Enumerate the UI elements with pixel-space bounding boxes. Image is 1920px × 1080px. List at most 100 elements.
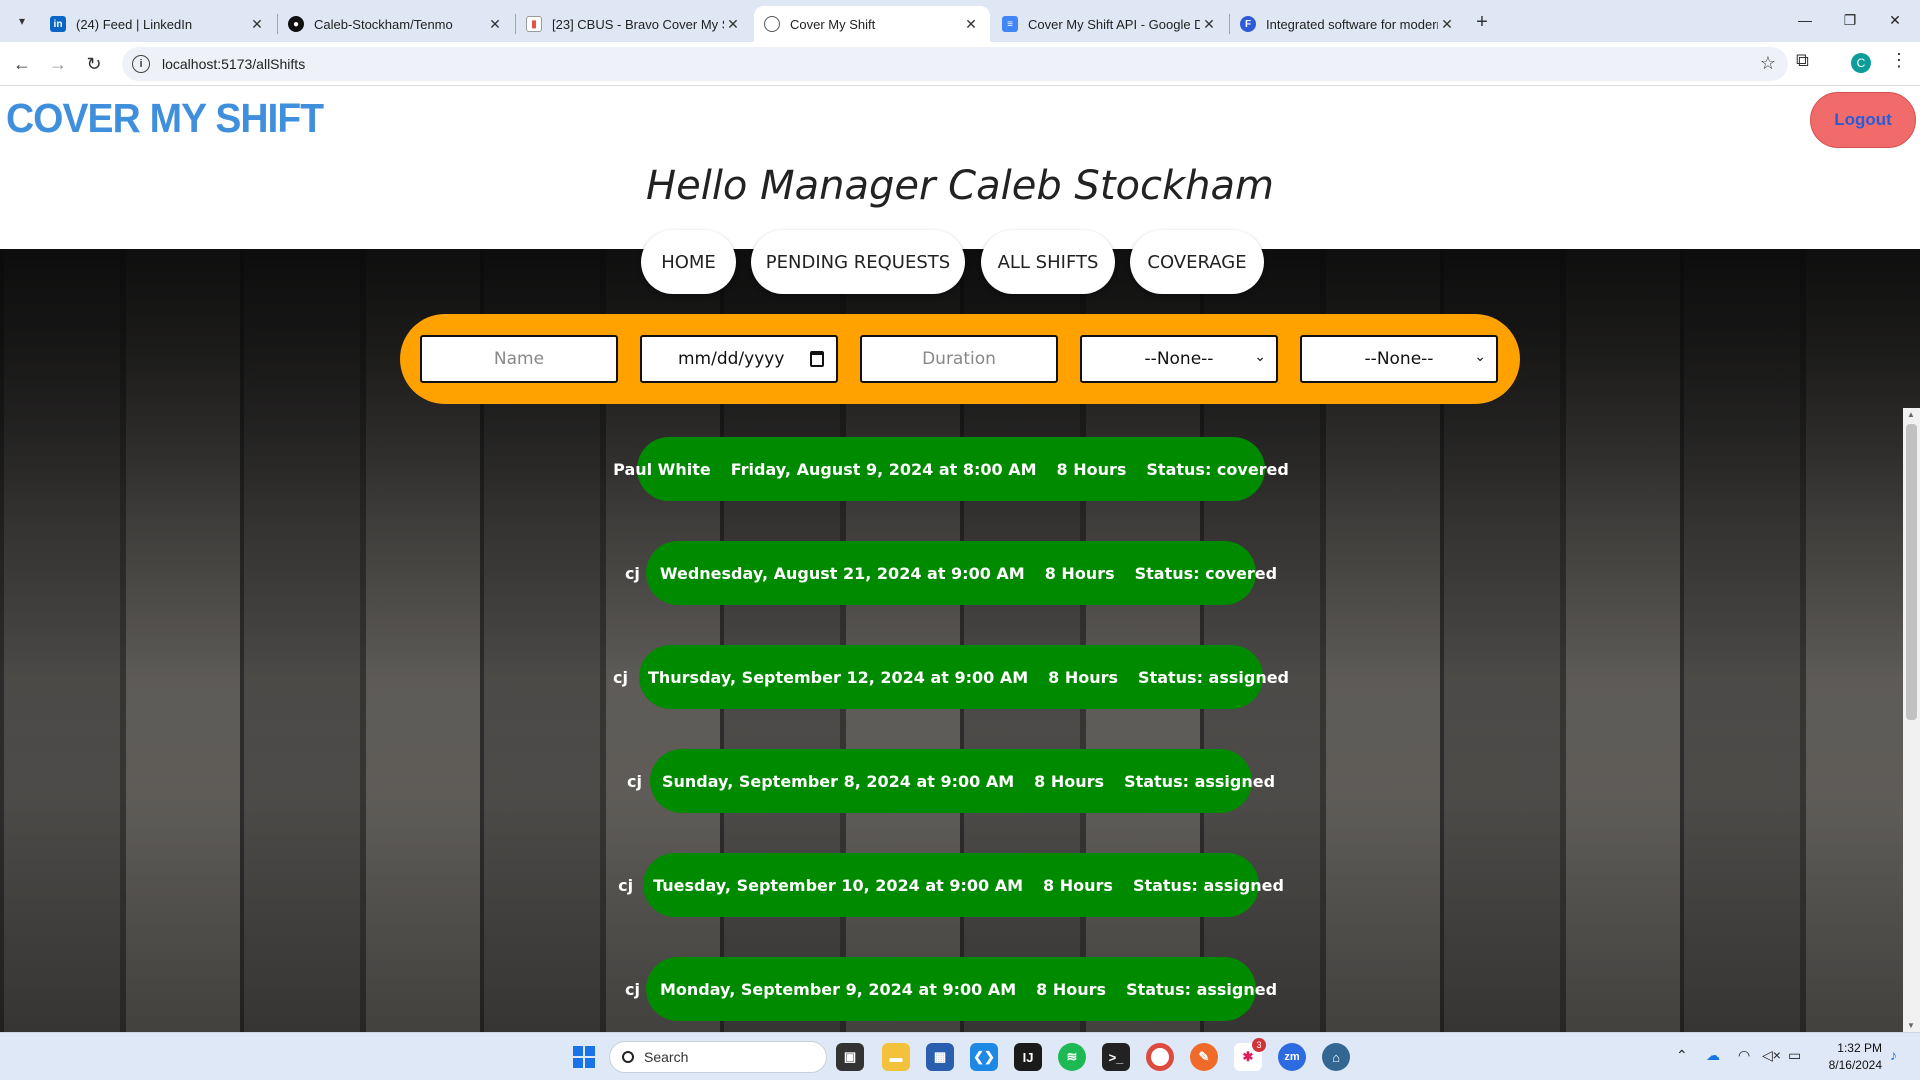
select-value: --None--: [1364, 349, 1434, 369]
shift-duration: 8 Hours: [1048, 667, 1119, 687]
close-icon[interactable]: ✕: [962, 15, 980, 33]
tab-google-doc[interactable]: ≡ Cover My Shift API - Google Do ✕: [992, 6, 1228, 42]
github-icon: ●: [288, 16, 304, 32]
windows-taskbar: Search ▣ ▬ ▦ ❮❯ IJ ≋ >_ ✎ ✱ zm ⌂ ⌃ ☁ ◠ ◁…: [0, 1032, 1920, 1080]
tab-cover-my-shift[interactable]: Cover My Shift ✕: [754, 6, 990, 42]
shift-status: Status: assigned: [1132, 875, 1284, 895]
globe-icon: [764, 16, 780, 32]
date-placeholder: mm/dd/yyyy: [678, 349, 785, 369]
windows-start-icon[interactable]: [570, 1043, 598, 1071]
duration-filter-input[interactable]: Duration: [860, 335, 1058, 383]
calendar-icon[interactable]: [810, 351, 824, 367]
forward-arrow-icon[interactable]: →: [44, 50, 72, 78]
zoom-icon[interactable]: zm: [1278, 1043, 1306, 1071]
shift-employee: cj: [626, 771, 642, 791]
page-scrollbar[interactable]: ▲ ▼: [1903, 408, 1920, 1032]
wifi-icon[interactable]: ◠: [1738, 1047, 1750, 1064]
scroll-thumb[interactable]: [1906, 424, 1917, 720]
intellij-icon[interactable]: IJ: [1014, 1043, 1042, 1071]
search-icon: [622, 1051, 634, 1063]
scroll-down-arrow-icon[interactable]: ▼: [1907, 1021, 1915, 1030]
close-icon[interactable]: ✕: [486, 15, 504, 33]
name-filter-input[interactable]: Name: [420, 335, 618, 383]
notification-bell-icon[interactable]: ♪: [1890, 1047, 1897, 1063]
taskbar-search-label: Search: [644, 1049, 689, 1065]
logout-button[interactable]: Logout: [1810, 92, 1916, 148]
secondary-filter-select[interactable]: --None-- ⌄: [1300, 335, 1498, 383]
back-arrow-icon[interactable]: ←: [8, 50, 36, 78]
linkedin-icon: in: [50, 16, 66, 32]
tray-chevron-up-icon[interactable]: ⌃: [1676, 1047, 1688, 1064]
main-nav: HOME PENDING REQUESTS ALL SHIFTS COVERAG…: [0, 230, 1920, 294]
chrome-icon[interactable]: [1146, 1043, 1174, 1071]
tab-cbus[interactable]: ▮ [23] CBUS - Bravo Cover My Sh ✕: [516, 6, 752, 42]
spotify-icon[interactable]: ≋: [1058, 1043, 1086, 1071]
url-text[interactable]: localhost:5173/allShifts: [162, 56, 305, 72]
restore-icon[interactable]: ❐: [1835, 8, 1865, 32]
battery-icon[interactable]: ▭: [1788, 1047, 1801, 1064]
postman-icon[interactable]: ✎: [1190, 1043, 1218, 1071]
shift-date: Monday, September 9, 2024 at 9:00 AM: [659, 979, 1017, 999]
postgres-elephant-icon[interactable]: ⌂: [1322, 1043, 1350, 1071]
shift-card[interactable]: cj Tuesday, September 10, 2024 at 9:00 A…: [618, 853, 1284, 917]
status-filter-select[interactable]: --None-- ⌄: [1080, 335, 1278, 383]
clock-time: 1:32 PM: [1837, 1041, 1882, 1055]
scroll-up-arrow-icon[interactable]: ▲: [1907, 410, 1915, 419]
terminal-icon[interactable]: >_: [1102, 1043, 1130, 1071]
vscode-icon[interactable]: ❮❯: [970, 1043, 998, 1071]
reload-icon[interactable]: ↻: [80, 50, 108, 78]
browser-tab-bar: ▾ in (24) Feed | LinkedIn ✕ ● Caleb-Stoc…: [0, 0, 1920, 42]
nav-home-button[interactable]: HOME: [641, 230, 736, 294]
shift-status: Status: covered: [1134, 563, 1278, 583]
tab-title: Cover My Shift: [790, 16, 876, 32]
site-info-icon[interactable]: i: [132, 55, 150, 73]
tab-github[interactable]: ● Caleb-Stockham/Tenmo ✕: [278, 6, 514, 42]
shift-card[interactable]: cj Monday, September 9, 2024 at 9:00 AM …: [625, 957, 1277, 1021]
window-close-icon[interactable]: ✕: [1880, 8, 1910, 32]
shift-card[interactable]: cj Wednesday, August 21, 2024 at 9:00 AM…: [625, 541, 1277, 605]
taskbar-search-box[interactable]: Search: [609, 1041, 827, 1073]
shift-card[interactable]: cj Sunday, September 8, 2024 at 9:00 AM …: [627, 749, 1275, 813]
shift-date: Wednesday, August 21, 2024 at 9:00 AM: [659, 563, 1025, 583]
f-logo-icon: F: [1240, 16, 1256, 32]
shift-card[interactable]: cj Thursday, September 12, 2024 at 9:00 …: [613, 645, 1289, 709]
shift-date: Sunday, September 8, 2024 at 9:00 AM: [661, 771, 1015, 791]
chevron-down-icon: ⌄: [1254, 349, 1266, 365]
shift-duration: 8 Hours: [1044, 563, 1115, 583]
task-view-icon[interactable]: ▣: [836, 1043, 864, 1071]
tab-title: Caleb-Stockham/Tenmo: [314, 16, 453, 32]
extensions-puzzle-icon[interactable]: ⧉: [1796, 50, 1809, 71]
browser-menu-icon[interactable]: ⋮: [1890, 50, 1908, 71]
minimize-icon[interactable]: —: [1790, 8, 1820, 32]
shift-date: Tuesday, September 10, 2024 at 9:00 AM: [653, 875, 1024, 895]
file-explorer-icon[interactable]: ▬: [882, 1043, 910, 1071]
profile-avatar[interactable]: C: [1851, 53, 1871, 73]
close-icon[interactable]: ✕: [1438, 15, 1456, 33]
bookmark-star-icon[interactable]: ☆: [1760, 53, 1776, 74]
close-icon[interactable]: ✕: [248, 15, 266, 33]
shift-employee: cj: [618, 875, 634, 895]
nav-coverage-button[interactable]: COVERAGE: [1130, 230, 1264, 294]
tab-search-chevron-icon[interactable]: ▾: [10, 9, 34, 33]
address-bar[interactable]: i localhost:5173/allShifts ☆: [122, 47, 1788, 81]
shift-card[interactable]: Paul White Friday, August 9, 2024 at 8:0…: [613, 437, 1289, 501]
shift-date: Thursday, September 12, 2024 at 9:00 AM: [647, 667, 1029, 687]
microsoft-store-icon[interactable]: ▦: [926, 1043, 954, 1071]
brand-logo[interactable]: COVER MY SHIFT: [6, 95, 324, 142]
new-tab-plus-icon[interactable]: +: [1470, 10, 1494, 34]
nav-all-shifts-button[interactable]: ALL SHIFTS: [981, 230, 1115, 294]
close-icon[interactable]: ✕: [1200, 15, 1218, 33]
select-value: --None--: [1144, 349, 1214, 369]
tab-integrated-software[interactable]: F Integrated software for modern ✕: [1230, 6, 1466, 42]
volume-mute-icon[interactable]: ◁×: [1762, 1047, 1781, 1064]
close-icon[interactable]: ✕: [724, 15, 742, 33]
onedrive-cloud-icon[interactable]: ☁: [1706, 1047, 1720, 1064]
tracker-icon: ▮: [526, 16, 542, 32]
date-filter-input[interactable]: mm/dd/yyyy: [640, 335, 838, 383]
chevron-down-icon: ⌄: [1474, 349, 1486, 365]
shift-status: Status: assigned: [1124, 771, 1276, 791]
nav-pending-requests-button[interactable]: PENDING REQUESTS: [751, 230, 965, 294]
tab-linkedin[interactable]: in (24) Feed | LinkedIn ✕: [40, 6, 276, 42]
system-clock[interactable]: 1:32 PM 8/16/2024: [1806, 1040, 1882, 1074]
slack-notification-badge: 3: [1252, 1038, 1266, 1052]
